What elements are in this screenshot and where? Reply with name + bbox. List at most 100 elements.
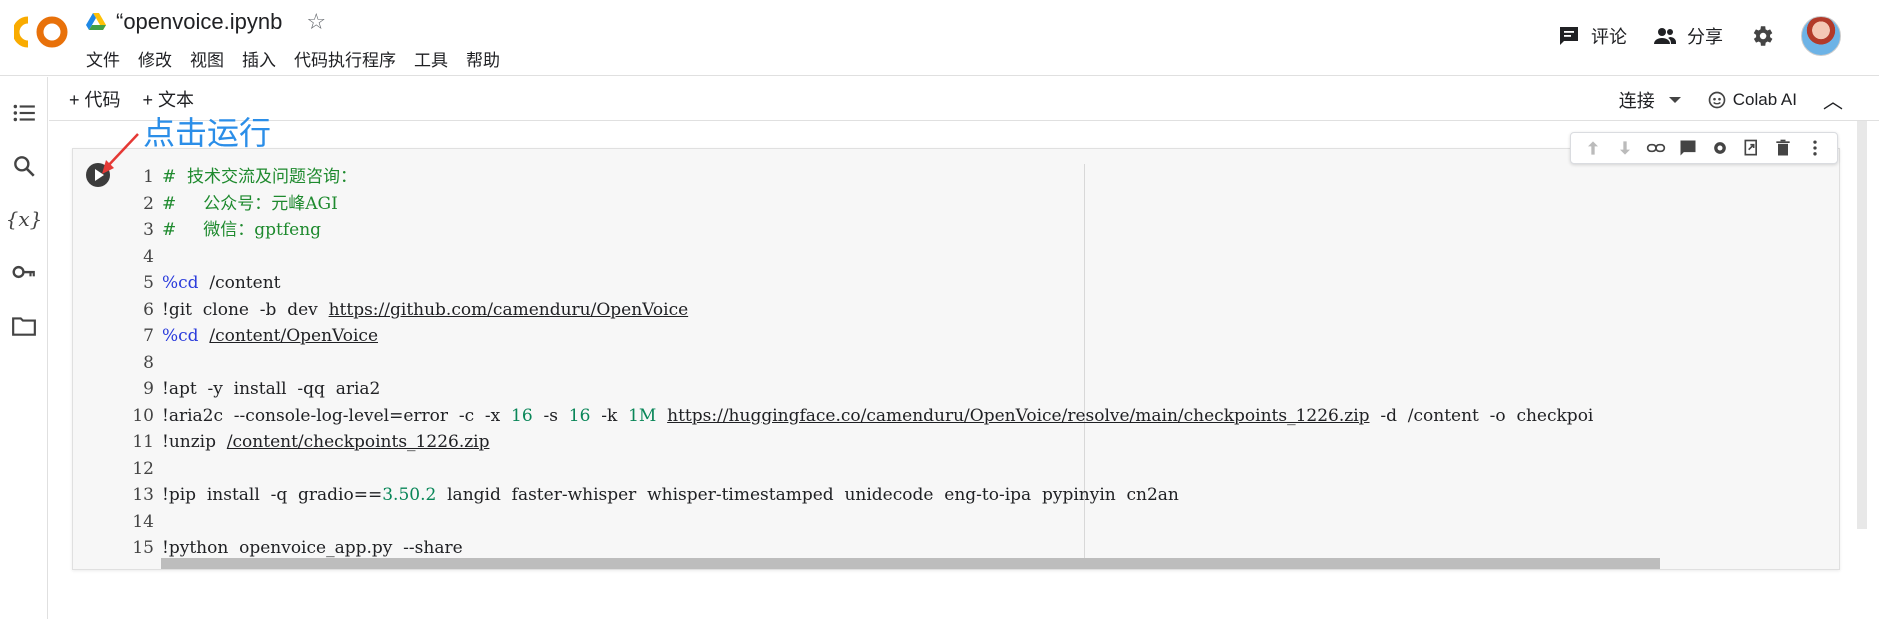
search-icon[interactable] — [10, 152, 38, 180]
header-actions: 评论 分享 — [1557, 12, 1841, 60]
folder-icon[interactable] — [10, 312, 38, 340]
comment-label: 评论 — [1591, 27, 1627, 47]
notebook-title[interactable]: “openvoice.ipynb — [116, 9, 282, 35]
menu-runtime[interactable]: 代码执行程序 — [294, 46, 405, 71]
code-token: # 微信：gptfeng — [162, 220, 322, 240]
menu-tools[interactable]: 工具 — [414, 46, 457, 71]
code-line-9[interactable]: 9 !apt -y install -qq aria2 — [124, 376, 380, 402]
connect-label: 连接 — [1618, 90, 1655, 111]
link-icon[interactable] — [1645, 137, 1667, 159]
code-token: !unzip — [162, 432, 227, 452]
code-editor[interactable]: 1 # 技术交流及问题咨询： 2 # 公众号：元峰AGI 3 # 微信：gptfeng 4 5… — [124, 150, 1839, 568]
share-button[interactable]: 分享 — [1653, 23, 1723, 49]
menu-file[interactable]: 文件 — [86, 46, 129, 71]
move-up-icon[interactable] — [1582, 137, 1604, 159]
code-token: !pip install -q gradio== — [162, 485, 383, 505]
move-down-icon[interactable] — [1614, 137, 1636, 159]
comment-button[interactable]: 评论 — [1557, 23, 1627, 49]
code-token: https://github.com/camenduru/OpenVoice — [328, 299, 689, 320]
comment-icon — [1560, 27, 1578, 45]
line-number: 3 — [143, 220, 154, 240]
trash-icon[interactable] — [1772, 137, 1794, 159]
code-token: -k — [590, 405, 629, 426]
people-icon — [1654, 28, 1676, 44]
secrets-key-icon[interactable] — [10, 258, 38, 286]
cell-toolbar — [1570, 132, 1838, 164]
chevron-up-icon[interactable]: ︿ — [1823, 85, 1843, 114]
colab-ai-button[interactable]: Colab AI — [1707, 90, 1797, 110]
line-number: 6 — [143, 299, 154, 320]
settings-gear-icon[interactable] — [1749, 23, 1775, 49]
gear-icon[interactable] — [1709, 137, 1731, 159]
code-line-10[interactable]: 10 !aria2c --console-log-level=error -c -… — [124, 403, 1593, 429]
left-sidebar: {x} — [0, 77, 48, 619]
colab-ai-icon — [1708, 91, 1726, 108]
code-token: 16 — [568, 405, 591, 426]
code-token: !python openvoice_app.py --share — [162, 538, 463, 558]
code-token: -d /content -o checkpoi — [1369, 405, 1594, 426]
code-line-2[interactable]: 2 # 公众号：元峰AGI — [124, 191, 338, 217]
menu-view[interactable]: 视图 — [190, 46, 233, 71]
share-label: 分享 — [1687, 27, 1723, 47]
line-number: 14 — [132, 511, 154, 532]
code-line-3[interactable]: 3 # 微信：gptfeng — [124, 217, 321, 243]
more-vert-icon[interactable] — [1804, 137, 1826, 159]
code-line-11[interactable]: 11 !unzip /content/checkpoints_1226.zip — [124, 429, 490, 455]
colab-logo[interactable] — [14, 12, 70, 52]
code-line-5[interactable]: 5 %cd /content — [124, 270, 280, 296]
user-avatar[interactable] — [1801, 16, 1841, 56]
code-token: %cd — [162, 273, 199, 293]
drive-icon[interactable] — [86, 13, 106, 31]
annotation-arrow — [102, 133, 139, 174]
line-number: 7 — [143, 326, 154, 346]
vertical-scrollbar[interactable] — [1857, 121, 1867, 529]
line-number: 4 — [143, 246, 154, 267]
code-line-4[interactable]: 4 — [124, 244, 162, 270]
code-token: # 公众号：元峰AGI — [162, 193, 338, 214]
code-line-8[interactable]: 8 — [124, 350, 162, 376]
code-token: https://huggingface.co/camenduru/OpenVoi… — [667, 405, 1370, 426]
code-token: 3.50.2 — [382, 485, 437, 505]
code-line-7[interactable]: 7 %cd /content/OpenVoice — [124, 323, 378, 349]
code-token: !apt -y install -qq aria2 — [162, 379, 381, 399]
code-line-14[interactable]: 14 — [124, 509, 162, 535]
line-number: 5 — [143, 273, 154, 293]
code-token: # 技术交流及问题咨询： — [162, 167, 358, 187]
chevron-down-icon — [1668, 96, 1681, 103]
code-line-12[interactable]: 12 — [124, 456, 162, 482]
menu-help[interactable]: 帮助 — [466, 46, 509, 71]
code-token: /content/checkpoints_1226.zip — [226, 432, 490, 452]
add-code-button[interactable]: + 代码 — [69, 86, 121, 112]
comment-icon[interactable] — [1677, 137, 1699, 159]
code-line-1[interactable]: 1 # 技术交流及问题咨询： — [124, 164, 357, 190]
colab-ai-label: Colab AI — [1732, 89, 1797, 109]
mirror-cell-icon[interactable] — [1741, 137, 1763, 159]
code-token: /content/OpenVoice — [209, 326, 379, 346]
line-number: 2 — [143, 193, 154, 214]
line-number: 11 — [132, 432, 154, 452]
code-token: 1M — [628, 405, 657, 426]
app-header: “openvoice.ipynb ☆ 文件 修改 视图 插入 代码执行程序 工具… — [0, 0, 1879, 76]
star-icon[interactable]: ☆ — [306, 11, 326, 33]
line-number: 15 — [132, 538, 154, 558]
code-token: 16 — [511, 405, 533, 426]
menu-bar: 文件 修改 视图 插入 代码执行程序 工具 帮助 — [86, 46, 518, 71]
menu-edit[interactable]: 修改 — [138, 46, 181, 71]
code-token: langid faster-whisper whisper-timestampe… — [436, 485, 1179, 505]
variables-icon[interactable]: {x} — [6, 205, 43, 233]
connect-button[interactable]: 连接 — [1619, 87, 1681, 113]
table-of-contents-icon[interactable] — [10, 99, 38, 127]
code-token: !aria2c --console-log-level=error -c -x — [162, 405, 512, 426]
horizontal-scrollbar[interactable] — [161, 558, 1660, 569]
line-number: 8 — [143, 352, 154, 373]
code-line-6[interactable]: 6 !git clone -b dev https://github.com/ca… — [124, 297, 688, 323]
code-token: /content — [198, 273, 281, 293]
code-line-13[interactable]: 13 !pip install -q gradio==3.50.2 langid … — [124, 482, 1179, 508]
run-annotation: 点击运行 — [143, 114, 272, 152]
code-token: %cd — [162, 326, 199, 346]
code-token: -s — [532, 405, 569, 426]
menu-insert[interactable]: 插入 — [242, 46, 285, 71]
line-number: 12 — [132, 458, 154, 479]
